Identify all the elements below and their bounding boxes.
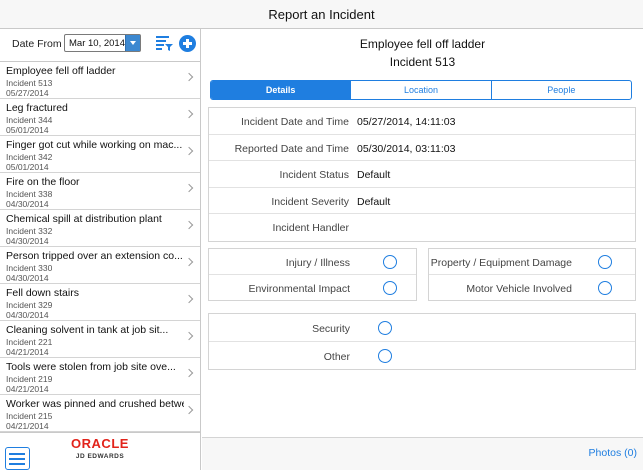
field-label: Reported Date and Time <box>234 142 349 155</box>
incident-title: Tools were stolen from job site ove... <box>6 361 176 373</box>
chevron-down-icon[interactable] <box>125 35 140 51</box>
incident-number: Incident 329 <box>6 300 53 310</box>
incident-date: 04/30/2014 <box>6 236 49 246</box>
filter-icon[interactable] <box>156 35 173 51</box>
field-value[interactable]: Default <box>357 196 390 208</box>
incident-date: 04/21/2014 <box>6 347 49 357</box>
list-item[interactable]: Fell down stairs Incident 329 04/30/2014 <box>0 284 200 321</box>
tab-people[interactable]: People <box>492 81 631 99</box>
category-label: Other <box>323 351 350 363</box>
list-item[interactable]: Person tripped over an extension co... I… <box>0 247 200 284</box>
incident-date: 05/01/2014 <box>6 162 49 172</box>
incident-date: 04/21/2014 <box>6 421 49 431</box>
category-label: Motor Vehicle Involved <box>466 283 572 295</box>
incident-date: 05/01/2014 <box>6 125 49 135</box>
incident-date: 04/21/2014 <box>6 384 49 394</box>
incident-list-panel: Date From Mar 10, 2014 Employee fell off… <box>0 29 201 470</box>
oracle-logo: ORACLE <box>71 436 129 451</box>
details-form: Incident Date and Time 05/27/2014, 14:11… <box>208 107 636 242</box>
category-row[interactable]: Other <box>209 342 635 370</box>
category-row[interactable]: Environmental Impact <box>209 275 416 301</box>
incident-list: Employee fell off ladder Incident 513 05… <box>0 62 200 432</box>
incident-number: Incident 330 <box>6 263 53 273</box>
field-label: Incident Severity <box>271 195 349 208</box>
field-row: Incident Severity Default <box>209 188 635 214</box>
date-from-value: Mar 10, 2014 <box>69 38 125 49</box>
date-from-label: Date From <box>12 38 62 50</box>
incident-title: Finger got cut while working on mac... <box>6 139 183 151</box>
incident-number: Incident 215 <box>6 411 53 421</box>
category-row[interactable]: Motor Vehicle Involved <box>429 275 635 301</box>
incident-title: Fell down stairs <box>6 287 79 299</box>
category-box-bottom: Security Other <box>208 313 636 370</box>
field-value[interactable]: 05/30/2014, 03:11:03 <box>357 143 455 155</box>
incident-number: Incident 513 <box>6 78 53 88</box>
incident-date: 04/30/2014 <box>6 310 49 320</box>
field-value[interactable]: 05/27/2014, 14:11:03 <box>357 116 455 128</box>
photos-link[interactable]: Photos (0) <box>589 447 637 459</box>
add-incident-icon[interactable] <box>179 35 196 52</box>
field-row: Reported Date and Time 05/30/2014, 03:11… <box>209 135 635 161</box>
list-item[interactable]: Tools were stolen from job site ove... I… <box>0 358 200 395</box>
incident-number: Incident 342 <box>6 152 53 162</box>
category-label: Injury / Illness <box>285 257 350 269</box>
radio-button[interactable] <box>598 255 612 269</box>
title-bar: Report an Incident <box>0 0 643 29</box>
radio-button[interactable] <box>378 349 392 363</box>
detail-title: Employee fell off ladder <box>359 37 486 51</box>
category-label: Property / Equipment Damage <box>430 257 572 269</box>
incident-title: Person tripped over an extension co... <box>6 250 183 262</box>
list-item[interactable]: Leg fractured Incident 344 05/01/2014 <box>0 99 200 136</box>
incident-date: 05/27/2014 <box>6 88 49 98</box>
incident-title: Fire on the floor <box>6 176 80 188</box>
page-title: Report an Incident <box>268 7 375 22</box>
detail-incident-number: Incident 513 <box>389 55 456 69</box>
detail-footer: Photos (0) <box>202 437 643 470</box>
list-item[interactable]: Worker was pinned and crushed betwe Inci… <box>0 395 200 432</box>
field-row: Incident Handler <box>209 214 635 241</box>
radio-button[interactable] <box>383 281 397 295</box>
detail-tabs: Details Location People <box>210 80 632 100</box>
incident-title: Employee fell off ladder <box>6 65 116 77</box>
category-row[interactable]: Security <box>209 314 635 342</box>
category-row[interactable]: Injury / Illness <box>209 249 416 275</box>
tab-details[interactable]: Details <box>211 81 352 99</box>
incident-detail-panel: Employee fell off ladder Incident 513 De… <box>202 29 643 470</box>
category-label: Security <box>312 323 350 335</box>
incident-title: Cleaning solvent in tank at job sit... <box>6 324 169 336</box>
date-from-picker[interactable]: Mar 10, 2014 <box>64 34 141 52</box>
list-item[interactable]: Chemical spill at distribution plant Inc… <box>0 210 200 247</box>
field-label: Incident Status <box>279 169 349 181</box>
list-item[interactable]: Fire on the floor Incident 338 04/30/201… <box>0 173 200 210</box>
category-label: Environmental Impact <box>248 283 350 295</box>
radio-button[interactable] <box>598 281 612 295</box>
radio-button[interactable] <box>378 321 392 335</box>
left-footer: ORACLE JD EDWARDS <box>0 432 200 470</box>
incident-title: Leg fractured <box>6 102 68 114</box>
radio-button[interactable] <box>383 255 397 269</box>
field-row: Incident Date and Time 05/27/2014, 14:11… <box>209 108 635 135</box>
category-row[interactable]: Property / Equipment Damage <box>429 249 635 275</box>
field-label: Incident Handler <box>272 222 349 234</box>
field-label: Incident Date and Time <box>241 116 349 128</box>
list-item[interactable]: Finger got cut while working on mac... I… <box>0 136 200 173</box>
filter-bar: Date From Mar 10, 2014 <box>0 29 200 62</box>
jd-edwards-logo: JD EDWARDS <box>75 453 125 460</box>
incident-title: Worker was pinned and crushed betwe <box>6 398 184 410</box>
field-row: Incident Status Default <box>209 161 635 188</box>
category-box-right: Property / Equipment Damage Motor Vehicl… <box>428 248 636 301</box>
incident-date: 04/30/2014 <box>6 199 49 209</box>
incident-date: 04/30/2014 <box>6 273 49 283</box>
field-value[interactable]: Default <box>357 169 390 181</box>
incident-title: Chemical spill at distribution plant <box>6 213 162 225</box>
category-box-left: Injury / Illness Environmental Impact <box>208 248 417 301</box>
list-item[interactable]: Employee fell off ladder Incident 513 05… <box>0 62 200 99</box>
incident-number: Incident 344 <box>6 115 53 125</box>
incident-number: Incident 338 <box>6 189 53 199</box>
incident-number: Incident 332 <box>6 226 53 236</box>
list-item[interactable]: Cleaning solvent in tank at job sit... I… <box>0 321 200 358</box>
tab-location[interactable]: Location <box>351 81 492 99</box>
incident-number: Incident 219 <box>6 374 53 384</box>
incident-number: Incident 221 <box>6 337 53 347</box>
